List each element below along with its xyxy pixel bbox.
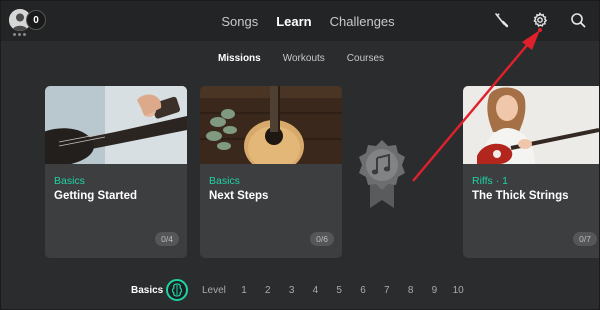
mission-card-getting-started[interactable]: Basics Getting Started 0/4 [45, 86, 187, 258]
tab-courses[interactable]: Courses [347, 53, 384, 64]
guitar-icon [171, 283, 183, 297]
more-dots-icon [13, 33, 26, 36]
card-category: Riffs · 1 [472, 175, 508, 187]
mission-medal [359, 140, 405, 208]
settings-button[interactable] [531, 11, 549, 32]
level-number-10[interactable]: 10 [451, 285, 465, 296]
top-icons [493, 11, 587, 32]
level-number-1[interactable]: 1 [237, 285, 251, 296]
tab-workouts[interactable]: Workouts [283, 53, 325, 64]
card-progress: 0/4 [155, 232, 179, 246]
level-bar: Basics Level 1 2 3 4 5 6 7 8 9 10 [1, 279, 599, 303]
notification-dot [538, 28, 542, 32]
card-title: The Thick Strings [472, 190, 569, 202]
sub-tabs: Missions Workouts Courses [1, 53, 599, 64]
level-number-3[interactable]: 3 [285, 285, 299, 296]
card-category: Basics [54, 175, 85, 187]
card-image [45, 86, 187, 164]
level-number-2[interactable]: 2 [261, 285, 275, 296]
level-number-9[interactable]: 9 [427, 285, 441, 296]
nav-songs[interactable]: Songs [221, 14, 258, 29]
level-number-6[interactable]: 6 [356, 285, 370, 296]
mission-card-the-thick-strings[interactable]: Riffs · 1 The Thick Strings 0/7 [463, 86, 599, 258]
level-category-label: Basics [131, 285, 164, 296]
top-bar: 0 Songs Learn Challenges [1, 1, 599, 41]
card-progress: 0/6 [310, 232, 334, 246]
card-title: Next Steps [209, 190, 269, 202]
search-icon [571, 13, 586, 28]
level-number-5[interactable]: 5 [332, 285, 346, 296]
xp-badge: 0 [26, 10, 46, 30]
gear-icon [533, 12, 548, 27]
card-category: Basics [209, 175, 240, 187]
tab-missions[interactable]: Missions [218, 53, 261, 64]
level-number-7[interactable]: 7 [380, 285, 394, 296]
tuner-icon [495, 13, 509, 28]
level-label: Level [202, 285, 226, 296]
nav-learn[interactable]: Learn [276, 14, 311, 29]
card-image [200, 86, 342, 164]
level-badge[interactable] [166, 279, 188, 301]
nav-challenges[interactable]: Challenges [330, 14, 395, 29]
search-button[interactable] [569, 11, 587, 29]
card-title: Getting Started [54, 190, 138, 202]
app-window: 0 Songs Learn Challenges Missions Workou… [0, 0, 600, 310]
card-progress: 0/7 [573, 232, 597, 246]
card-image [463, 86, 599, 164]
profile[interactable]: 0 [9, 9, 49, 39]
level-number-4[interactable]: 4 [308, 285, 322, 296]
mission-card-next-steps[interactable]: Basics Next Steps 0/6 [200, 86, 342, 258]
level-number-8[interactable]: 8 [404, 285, 418, 296]
tuner-button[interactable] [493, 11, 511, 29]
